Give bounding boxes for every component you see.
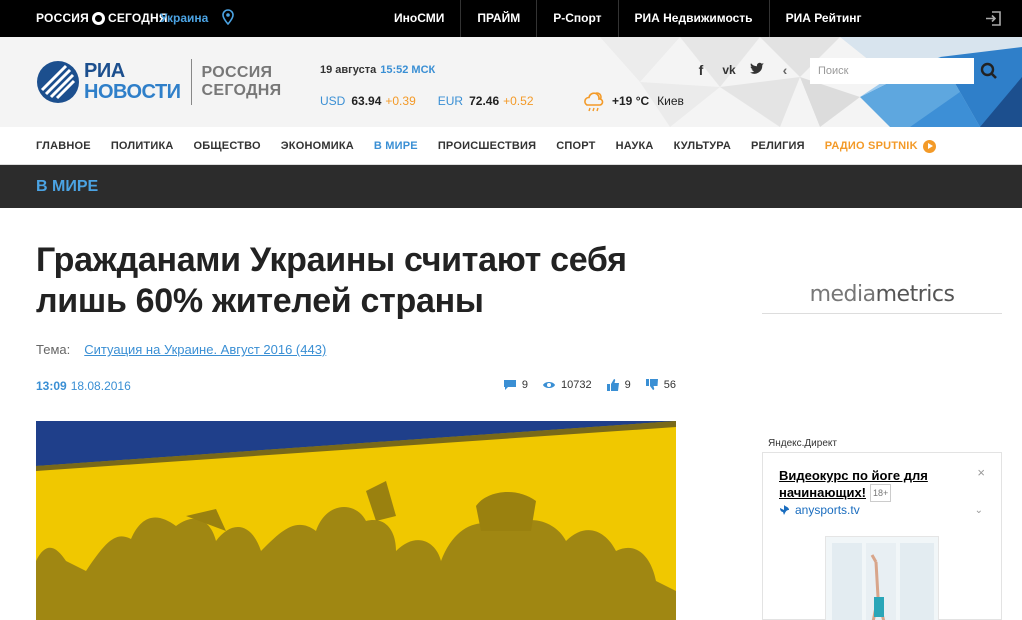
ria-logo-icon — [37, 61, 79, 103]
nav-item-economy[interactable]: ЭКОНОМИКА — [271, 127, 364, 165]
brand-link[interactable]: РОССИЯ СЕГОДНЯ — [36, 11, 168, 25]
ad-image[interactable] — [825, 536, 939, 620]
location-pin-icon[interactable] — [222, 9, 234, 25]
weather-temp: +19 °C — [612, 94, 650, 108]
logo-divider — [190, 59, 192, 105]
share-chevron-icon[interactable]: ‹ — [776, 62, 794, 78]
comment-icon — [503, 380, 516, 390]
ad-domain: anysports.tv — [795, 503, 860, 517]
search-input[interactable] — [810, 58, 974, 84]
rate-usd[interactable]: USD 63.94 +0.39 — [320, 94, 416, 108]
logo-rossiya: РОССИЯ — [201, 64, 273, 81]
nav-item-sport[interactable]: СПОРТ — [546, 127, 605, 165]
article-headline: Гражданами Украины считают себя лишь 60%… — [36, 241, 627, 320]
section-title[interactable]: В МИРЕ — [36, 178, 98, 196]
section-bar: В МИРЕ — [0, 165, 1022, 208]
ad-bird-icon — [780, 505, 789, 515]
mediametrics-media: media — [809, 282, 877, 307]
nav-item-radio-sputnik[interactable]: РАДИО SPUTNIK — [815, 127, 946, 165]
weather-widget[interactable]: +19 °C Киев — [582, 89, 684, 113]
theme-link[interactable]: Ситуация на Украине. Август 2016 (443) — [84, 342, 326, 357]
link-ria-rating[interactable]: РИА Рейтинг — [768, 0, 878, 37]
main-nav: ГЛАВНОЕ ПОЛИТИКА ОБЩЕСТВО ЭКОНОМИКА В МИ… — [0, 127, 1022, 165]
ad-title: Видеокурс по йоге для начинающих! — [779, 468, 928, 500]
photo-shadows-on-flag — [36, 421, 676, 620]
likes-stat[interactable]: 9 — [606, 379, 631, 391]
nav-item-main[interactable]: ГЛАВНОЕ — [26, 127, 101, 165]
logo-segodnya: СЕГОДНЯ — [201, 82, 282, 99]
nav-item-culture[interactable]: КУЛЬТУРА — [664, 127, 741, 165]
article-meta: 13:09 18.08.2016 9 10732 9 56 — [36, 379, 676, 393]
radio-label: РАДИО SPUTNIK — [824, 140, 918, 152]
weather-city: Киев — [657, 94, 684, 108]
brand-right: СЕГОДНЯ — [107, 11, 168, 25]
logo-ria: РИА — [84, 60, 125, 82]
partner-links: ИноСМИ ПРАЙМ Р-Спорт РИА Недвижимость РИ… — [378, 0, 877, 37]
views-stat: 10732 — [542, 379, 592, 391]
nav-item-politics[interactable]: ПОЛИТИКА — [101, 127, 184, 165]
currency-change: +0.39 — [385, 94, 416, 108]
article-photo[interactable] — [36, 421, 676, 620]
currency-value: 63.94 — [351, 94, 382, 108]
rate-eur[interactable]: EUR 72.46 +0.52 — [438, 94, 534, 108]
currency-code: USD — [320, 94, 346, 108]
ria-logo[interactable]: РИА НОВОСТИ РОССИЯ СЕГОДНЯ — [36, 59, 281, 105]
twitter-icon[interactable] — [748, 62, 766, 78]
currency-value: 72.46 — [469, 94, 500, 108]
link-inosmi[interactable]: ИноСМИ — [378, 0, 460, 37]
ad-yoga-image — [826, 537, 938, 620]
ad-close-button[interactable]: × — [977, 465, 985, 480]
article-theme: Тема: Ситуация на Украине. Август 2016 (4… — [36, 342, 326, 357]
age-badge: 18+ — [870, 484, 892, 502]
nav-item-science[interactable]: НАУКА — [606, 127, 664, 165]
link-prime[interactable]: ПРАЙМ — [460, 0, 536, 37]
mediametrics-metrics: metrics — [875, 282, 955, 307]
login-icon[interactable] — [985, 10, 1002, 27]
region-selector[interactable]: Украина — [160, 11, 208, 25]
likes-count: 9 — [624, 379, 631, 391]
currency-rates: USD 63.94 +0.39 EUR 72.46 +0.52 — [320, 94, 534, 108]
globe-icon — [91, 11, 105, 25]
nav-item-religion[interactable]: РЕЛИГИЯ — [741, 127, 815, 165]
link-ria-realty[interactable]: РИА Недвижимость — [617, 0, 769, 37]
article-stats: 9 10732 9 56 — [503, 379, 676, 391]
search-icon — [980, 62, 997, 79]
logo-novosti: НОВОСТИ — [84, 81, 181, 103]
article-time: 13:09 — [36, 379, 67, 393]
mediametrics-logo[interactable]: mediametrics — [762, 282, 1002, 314]
current-time: 15:52 МСК — [380, 64, 436, 76]
ad-title-link[interactable]: Видеокурс по йоге для начинающих! 18+ — [779, 468, 969, 502]
nav-item-world[interactable]: В МИРЕ — [364, 127, 428, 165]
thumbs-down-icon — [645, 379, 658, 390]
comments-count: 9 — [521, 379, 529, 391]
thumbs-up-icon — [606, 379, 619, 391]
nav-item-incidents[interactable]: ПРОИСШЕСТВИЯ — [428, 127, 546, 165]
dislikes-count: 56 — [663, 379, 676, 391]
link-rsport[interactable]: Р-Спорт — [536, 0, 617, 37]
theme-label: Тема: — [36, 342, 71, 357]
facebook-icon[interactable]: f — [692, 62, 710, 78]
dislikes-stat[interactable]: 56 — [645, 379, 676, 391]
weather-cloud-rain-icon — [584, 92, 604, 112]
vk-icon[interactable]: vk — [720, 63, 738, 77]
header-date: 19 августа 15:52 МСК — [320, 64, 435, 76]
brand-left: РОССИЯ — [36, 11, 89, 25]
article-date: 18.08.2016 — [70, 379, 131, 393]
search-button[interactable] — [974, 58, 1004, 84]
site-header: РИА НОВОСТИ РОССИЯ СЕГОДНЯ 19 августа 15:… — [0, 37, 1022, 127]
currency-change: +0.52 — [503, 94, 534, 108]
views-count: 10732 — [561, 379, 592, 391]
ad-expand-chevron-icon[interactable]: ⌄ — [975, 505, 983, 516]
top-bar: РОССИЯ СЕГОДНЯ Украина ИноСМИ ПРАЙМ Р-Сп… — [0, 0, 1022, 37]
ad-domain-link[interactable]: anysports.tv — [779, 503, 860, 517]
yandex-direct-label[interactable]: Яндекс.Директ — [768, 438, 837, 449]
social-links: f vk ‹ — [692, 62, 794, 78]
current-date: 19 августа — [320, 64, 377, 76]
play-icon — [922, 139, 936, 153]
eye-icon — [543, 382, 556, 388]
currency-code: EUR — [437, 94, 464, 108]
ad-block: × Видеокурс по йоге для начинающих! 18+ a… — [762, 452, 1002, 620]
comments-stat[interactable]: 9 — [503, 379, 528, 391]
nav-item-society[interactable]: ОБЩЕСТВО — [184, 127, 271, 165]
